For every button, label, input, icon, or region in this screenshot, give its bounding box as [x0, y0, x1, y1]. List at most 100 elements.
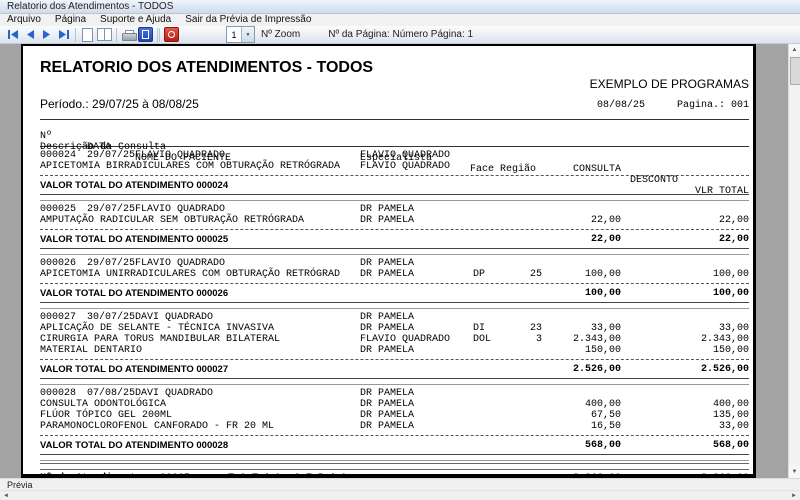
especialista-name: DR PAMELA — [360, 312, 414, 323]
report-page-number: Pagina.: 001 — [677, 100, 749, 111]
block-separator — [40, 378, 749, 385]
procedure-especialista: DR PAMELA — [360, 345, 414, 356]
especialista-name: DR PAMELA — [360, 388, 414, 399]
attendance-number: 000028 — [40, 388, 76, 399]
menu-arquivo[interactable]: Arquivo — [0, 14, 48, 26]
preview-area: RELATORIO DOS ATENDIMENTOS - TODOS EXEMP… — [0, 44, 800, 478]
previous-page-button[interactable] — [21, 27, 38, 42]
procedure-description: AMPUTAÇÃO RADICULAR SEM OBTURAÇÃO RETRÓG… — [40, 215, 304, 226]
especialista-name: DR PAMELA — [360, 204, 414, 215]
period-row: Período.: 29/07/25 à 08/08/25 08/08/25 P… — [40, 97, 749, 111]
vlr-total-value: 400,00 — [653, 399, 749, 410]
exit-icon — [164, 27, 179, 42]
attendance-number: 000024 — [40, 150, 76, 161]
single-page-icon — [82, 28, 93, 42]
exit-preview-button[interactable] — [163, 27, 180, 42]
single-page-view-button[interactable] — [79, 27, 96, 42]
horizontal-scrollbar[interactable]: ◄ ► — [0, 490, 800, 500]
column-header-row-1: Nº DATA NOME DO PACIENTE CONSULTA DESCON… — [23, 120, 753, 131]
attendance-header-row: 00002629/07/25FLAVIO QUADRADODR PAMELA — [23, 258, 753, 269]
print-setup-icon — [138, 27, 153, 42]
especialista-name: FLAVIO QUADRADO — [360, 150, 450, 161]
attendance-date: 29/07/25 — [87, 150, 135, 161]
attendance-total-row: VALOR TOTAL DO ATENDIMENTO 000028568,005… — [23, 437, 753, 452]
report-page: RELATORIO DOS ATENDIMENTOS - TODOS EXEMP… — [21, 44, 756, 478]
vlr-total-value: 135,00 — [653, 410, 749, 421]
attendance-date: 29/07/25 — [87, 258, 135, 269]
column-header-row-2: Descrição da Consulta Especialista Face … — [23, 131, 753, 142]
procedure-description: APLICAÇÃO DE SELANTE - TÉCNICA INVASIVA — [40, 323, 274, 334]
status-label: Prévia — [7, 480, 33, 490]
consulta-value: 22,00 — [523, 215, 621, 226]
block-separator — [40, 454, 749, 461]
procedure-especialista: DR PAMELA — [360, 421, 414, 432]
menu-sair-da-previa[interactable]: Sair da Prévia de Impressão — [178, 14, 318, 26]
menu-suporte-e-ajuda[interactable]: Suporte e Ajuda — [93, 14, 178, 26]
attendance-total-row: VALOR TOTAL DO ATENDIMENTO 00002522,0022… — [23, 231, 753, 246]
report-content: RELATORIO DOS ATENDIMENTOS - TODOS EXEMP… — [23, 46, 753, 474]
attendance-total-label: VALOR TOTAL DO ATENDIMENTO 000024 — [40, 180, 228, 191]
first-page-button[interactable] — [4, 27, 21, 42]
chevron-down-icon[interactable]: ▼ — [241, 27, 254, 42]
procedure-row: APICETOMIA UNIRRADICULARES COM OBTURAÇÃO… — [23, 269, 753, 280]
last-page-button[interactable] — [55, 27, 72, 42]
procedure-description: APICETOMIA UNIRRADICULARES COM OBTURAÇÃO… — [40, 269, 340, 280]
block-separator — [40, 248, 749, 255]
grand-total-row: Nº de Atendimentos: 00005 T O T A L G E … — [23, 470, 753, 478]
print-setup-button[interactable] — [137, 27, 154, 42]
procedure-description: PARAMONOCLOROFENOL CANFORADO - FR 20 ML — [40, 421, 274, 432]
scroll-down-icon[interactable]: ▼ — [789, 466, 800, 478]
procedure-description: CONSULTA ODONTOLÓGICA — [40, 399, 166, 410]
attendance-total-row: VALOR TOTAL DO ATENDIMENTO 000026100,001… — [23, 285, 753, 300]
procedure-row: PARAMONOCLOROFENOL CANFORADO - FR 20 ML D… — [23, 421, 753, 432]
attendance-total-consulta: 568,00 — [523, 440, 621, 451]
status-bar: Prévia — [0, 478, 800, 490]
attendance-total-consulta: 2.526,00 — [523, 364, 621, 375]
block-separator — [40, 302, 749, 309]
attendance-total-vlr: 2.526,00 — [653, 364, 749, 375]
procedure-especialista: DR PAMELA — [360, 269, 414, 280]
footer-separator — [40, 463, 749, 470]
vertical-scrollbar-thumb[interactable] — [790, 57, 800, 85]
attendance-number: 000027 — [40, 312, 76, 323]
consulta-value: 33,00 — [523, 323, 621, 334]
attendance-total-row: VALOR TOTAL DO ATENDIMENTO 000024 — [23, 177, 753, 192]
procedure-especialista: DR PAMELA — [360, 399, 414, 410]
dashed-separator — [40, 229, 749, 230]
attendance-header-row: 00002807/08/25DAVI QUADRADODR PAMELA — [23, 388, 753, 399]
scroll-up-icon[interactable]: ▲ — [789, 44, 800, 56]
procedure-especialista: DR PAMELA — [360, 215, 414, 226]
two-page-icon — [97, 28, 112, 41]
procedure-row: APICETOMIA BIRRADICULARES COM OBTURAÇÃO … — [23, 161, 753, 172]
two-page-view-button[interactable] — [96, 27, 113, 42]
vlr-total-value: 33,00 — [653, 323, 749, 334]
report-block: 00002529/07/25FLAVIO QUADRADODR PAMELAAM… — [23, 204, 753, 255]
vlr-total-value: 100,00 — [653, 269, 749, 280]
scroll-right-icon[interactable]: ► — [791, 493, 797, 499]
zoom-dropdown[interactable]: 1 ▼ — [226, 26, 255, 43]
report-period: Período.: 29/07/25 à 08/08/25 — [40, 97, 199, 111]
procedure-row: MATERIAL DENTARIODR PAMELA150,00150,00 — [23, 345, 753, 356]
toolbar-separator — [116, 28, 117, 42]
procedure-description: APICETOMIA BIRRADICULARES COM OBTURAÇÃO … — [40, 161, 340, 172]
procedure-description: FLÚOR TÓPICO GEL 200ML — [40, 410, 172, 421]
procedure-especialista: DR PAMELA — [360, 410, 414, 421]
procedure-especialista: DR PAMELA — [360, 323, 414, 334]
vertical-scrollbar[interactable]: ▲ ▼ — [788, 44, 800, 478]
last-page-icon — [58, 30, 70, 39]
procedure-row: AMPUTAÇÃO RADICULAR SEM OBTURAÇÃO RETRÓG… — [23, 215, 753, 226]
attendance-total-label: VALOR TOTAL DO ATENDIMENTO 000028 — [40, 440, 228, 451]
menu-pagina[interactable]: Página — [48, 14, 93, 26]
patient-name: FLAVIO QUADRADO — [135, 258, 225, 269]
attendance-total-vlr: 22,00 — [653, 234, 749, 245]
consulta-value: 100,00 — [523, 269, 621, 280]
previous-page-icon — [24, 30, 36, 39]
company-name: EXEMPLO DE PROGRAMAS — [23, 78, 749, 91]
scroll-left-icon[interactable]: ◄ — [3, 493, 9, 499]
procedure-description: CIRURGIA PARA TORUS MANDIBULAR BILATERAL — [40, 334, 280, 345]
attendance-date: 29/07/25 — [87, 204, 135, 215]
next-page-icon — [41, 30, 53, 39]
next-page-button[interactable] — [38, 27, 55, 42]
print-button[interactable] — [120, 27, 137, 42]
attendance-number: 000025 — [40, 204, 76, 215]
